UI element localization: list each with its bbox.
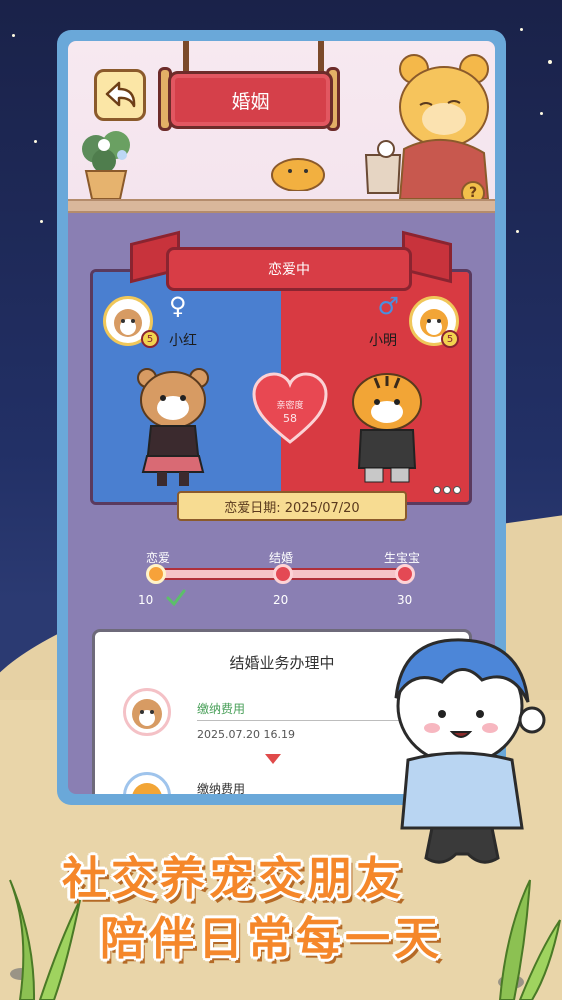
love-date-label: 恋爱日期: 2025/07/20 <box>177 491 407 521</box>
female-icon: ♀ <box>169 292 187 320</box>
intimacy-value: 58 <box>283 412 297 425</box>
slogan-line-1: 社交养宠交朋友 <box>62 852 406 905</box>
stage-threshold-marriage: 20 <box>273 593 289 607</box>
partner-right-name: 小明 <box>369 333 397 349</box>
flower-pot-icon <box>74 125 140 201</box>
step-1-text: 缴纳费用 <box>197 702 246 716</box>
hamster-girl-character-icon <box>137 368 209 486</box>
partner-left-name: 小红 <box>169 333 197 349</box>
stage-threshold-baby: 30 <box>397 593 413 607</box>
arrow-down-icon <box>265 754 281 764</box>
hamster-avatar-icon <box>114 309 142 337</box>
tiger-boy-character-icon <box>352 373 422 483</box>
page-title: 婚姻 <box>168 71 333 129</box>
level-badge-right: 5 <box>441 330 459 348</box>
relationship-status-ribbon: 恋爱中 <box>166 247 412 291</box>
stage-node-love <box>146 564 166 584</box>
intimacy-label: 亲密度 <box>276 401 304 411</box>
step-1-time: 2025.07.20 16.19 <box>197 728 295 741</box>
stage-node-marriage <box>273 564 293 584</box>
cat-pet-icon <box>271 158 325 191</box>
stage-node-baby <box>395 564 415 584</box>
more-options-button[interactable] <box>433 486 461 494</box>
counter <box>68 199 495 213</box>
step-2-text: 缴纳费用 <box>197 782 246 794</box>
grass-right-icon <box>498 879 561 1000</box>
process-avatar-right <box>123 772 171 794</box>
checkmark-icon <box>166 589 186 607</box>
male-icon: ♂ <box>377 292 399 320</box>
back-arrow-icon <box>105 81 136 108</box>
tiger-avatar-icon <box>132 783 162 794</box>
hamster-avatar-icon <box>132 699 162 729</box>
slogan-line-2: 陪伴日常每一天 <box>100 912 444 965</box>
back-button[interactable] <box>94 69 146 121</box>
level-badge-left: 5 <box>141 330 159 348</box>
shopkeeper-npc-icon <box>398 54 490 199</box>
blue-hair-bear-mascot-icon <box>394 638 546 864</box>
header-room: 婚姻 ? <box>68 41 495 211</box>
stage-threshold-love: 10 <box>138 593 154 607</box>
couple-card: 5 ♀ 小红 5 ♂ 小明 亲密度 58 <box>90 269 472 505</box>
process-avatar-left <box>123 688 171 736</box>
